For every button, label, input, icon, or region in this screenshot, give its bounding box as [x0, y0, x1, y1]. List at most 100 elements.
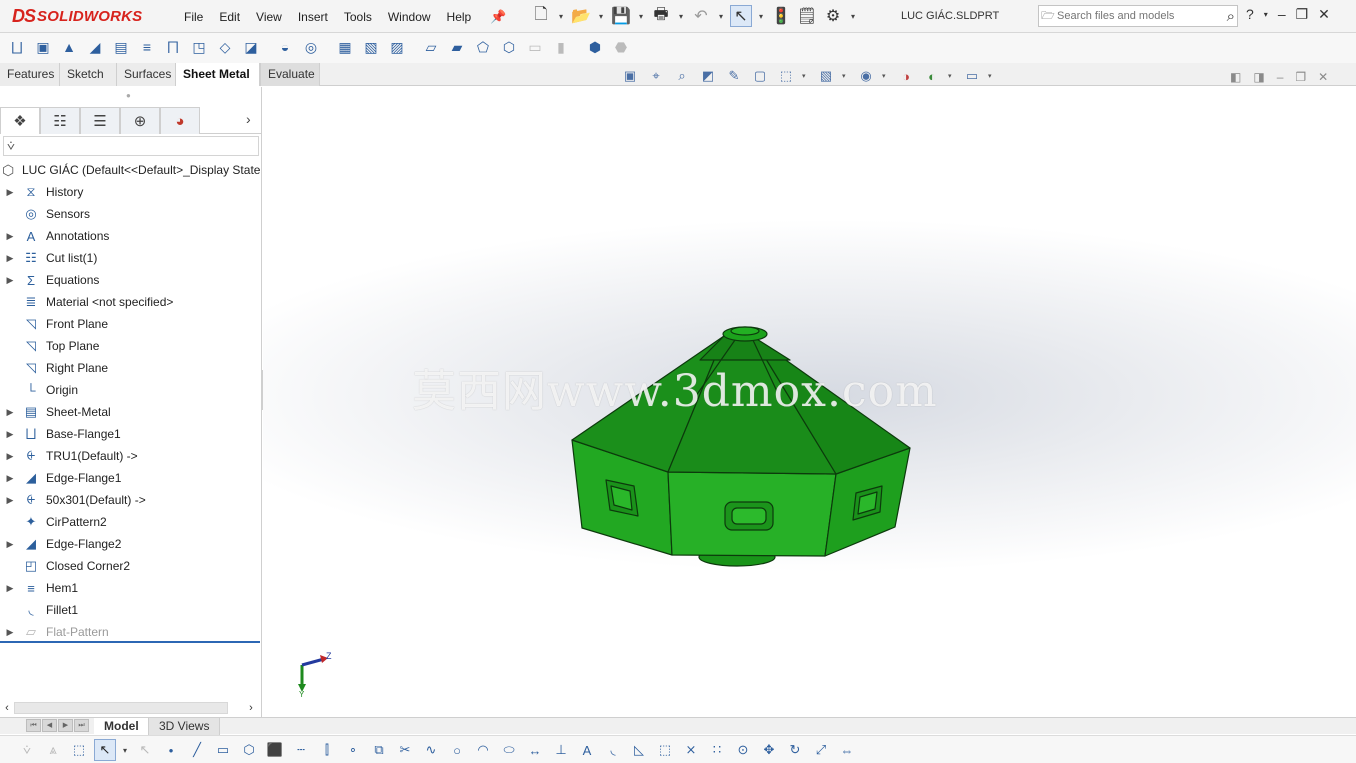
select-pointer-icon[interactable]: ↖ [730, 5, 752, 27]
base-flange-icon[interactable]: ⨆ [6, 36, 28, 58]
menu-window[interactable]: Window [380, 10, 439, 24]
corners-icon[interactable]: ◪ [240, 36, 262, 58]
welds-icon[interactable]: ⬣ [610, 36, 632, 58]
fillet-sketch-icon[interactable]: ◟ [602, 739, 624, 761]
first-tab-icon[interactable]: ⏮ [26, 719, 41, 732]
offset-icon[interactable]: ⧉ [368, 739, 390, 761]
selection-filter-icon[interactable]: ↖ [134, 739, 156, 761]
open-dropdown-icon[interactable]: ▾ [596, 12, 606, 21]
close-window-icon[interactable]: ✕ [1318, 6, 1330, 23]
spline-icon[interactable]: ∿ [420, 739, 442, 761]
circle-icon[interactable]: ○ [446, 739, 468, 761]
help-dropdown-icon[interactable]: ▾ [1264, 10, 1268, 23]
minimize-window-icon[interactable]: – [1278, 6, 1286, 23]
dynamic-annotation-icon[interactable]: ✎ [724, 66, 744, 86]
rebuild-traffic-light-icon[interactable]: 🚦 [770, 5, 792, 27]
rollback-bar[interactable] [0, 641, 260, 643]
expand-arrow-icon[interactable]: ▶ [0, 495, 20, 506]
tab-sketch[interactable]: Sketch [60, 63, 117, 86]
appearance-dropdown-icon[interactable]: ▾ [882, 72, 890, 80]
viewport-minimize-icon[interactable]: – [1277, 70, 1284, 84]
file-properties-icon[interactable]: 🗒 [796, 5, 818, 27]
tab-surfaces[interactable]: Surfaces [117, 63, 176, 86]
tree-node-equations[interactable]: ▶ Σ Equations [0, 269, 262, 291]
filter-edges-icon[interactable]: ⩓ [42, 739, 64, 761]
new-document-icon[interactable]: 🗋 [530, 5, 552, 27]
save-dropdown-icon[interactable]: ▾ [636, 12, 646, 21]
viewport-collapse-icon[interactable]: ◧ [1230, 70, 1241, 84]
menu-edit[interactable]: Edit [211, 10, 248, 24]
tree-node-hem1[interactable]: ▶ ≡ Hem1 [0, 577, 262, 599]
tab-evaluate[interactable]: Evaluate [260, 63, 320, 86]
tree-root-part[interactable]: ⬡ LUC GIÁC (Default<<Default>_Display St… [2, 159, 260, 181]
expand-arrow-icon[interactable]: ▶ [0, 473, 20, 484]
previous-view-icon[interactable]: ⌕ [672, 66, 692, 86]
tree-node-base-flange1[interactable]: ▶ ⨆ Base-Flange1 [0, 423, 262, 445]
display-monitor-icon[interactable]: ▭ [962, 66, 982, 86]
expand-arrow-icon[interactable]: ▶ [0, 451, 20, 462]
no-bends-icon[interactable]: ▰ [446, 36, 468, 58]
save-icon[interactable]: 💾 [610, 5, 632, 27]
print-dropdown-icon[interactable]: ▾ [676, 12, 686, 21]
insert-bends-icon[interactable]: ⬡ [498, 36, 520, 58]
mirror-icon[interactable]: ⫿ [316, 739, 338, 761]
tree-node-closed-corner2[interactable]: ◰ Closed Corner2 [0, 555, 262, 577]
undo-icon[interactable]: ↶ [690, 5, 712, 27]
menu-tools[interactable]: Tools [336, 10, 380, 24]
hide-show-dropdown-icon[interactable]: ▾ [842, 72, 850, 80]
tree-node-front-plane[interactable]: ◹ Front Plane [0, 313, 262, 335]
last-tab-icon[interactable]: ⏭ [74, 719, 89, 732]
gusset-icon[interactable]: ▮ [550, 36, 572, 58]
tree-node-origin[interactable]: └ Origin [0, 379, 262, 401]
hem-icon[interactable]: ≡ [136, 36, 158, 58]
panel-grip-icon[interactable]: ● [126, 91, 131, 100]
chamfer-icon[interactable]: ◺ [628, 739, 650, 761]
slot-icon[interactable]: ⬭ [498, 739, 520, 761]
circular-pattern-icon[interactable]: ⊙ [732, 739, 754, 761]
move-entities-icon[interactable]: ✥ [758, 739, 780, 761]
hide-show-items-icon[interactable]: ▧ [816, 66, 836, 86]
scale-entities-icon[interactable]: ⤢ [810, 739, 832, 761]
undo-dropdown-icon[interactable]: ▾ [716, 12, 726, 21]
tree-node-sheet-metal[interactable]: ▶ ▤ Sheet-Metal [0, 401, 262, 423]
rectangle-icon[interactable]: ▭ [212, 739, 234, 761]
fold-icon[interactable]: ▨ [386, 36, 408, 58]
box-icon[interactable]: ⬛ [264, 739, 286, 761]
horizontal-scrollbar[interactable]: ‹ › [0, 699, 262, 716]
tab-model[interactable]: Model [94, 718, 149, 735]
tree-node-50x301-default[interactable]: ▶ ⨭ 50x301(Default) -> [0, 489, 262, 511]
tree-node-tru1-default[interactable]: ▶ ⨭ TRU1(Default) -> [0, 445, 262, 467]
tree-node-edge-flange2[interactable]: ▶ ◢ Edge-Flange2 [0, 533, 262, 555]
scene-dropdown-icon[interactable]: ▾ [948, 72, 956, 80]
tree-node-material-not-specified[interactable]: ≣ Material <not specified> [0, 291, 262, 313]
tree-node-top-plane[interactable]: ◹ Top Plane [0, 335, 262, 357]
tree-node-annotations[interactable]: ▶ A Annotations [0, 225, 262, 247]
menu-insert[interactable]: Insert [290, 10, 336, 24]
display-manager-icon[interactable]: ◕ [160, 107, 200, 134]
sketched-bend-icon[interactable]: ◳ [188, 36, 210, 58]
expand-arrow-icon[interactable]: ▶ [0, 583, 20, 594]
jog-icon[interactable]: ⨅ [162, 36, 184, 58]
convert-entities-icon[interactable]: ⬚ [654, 739, 676, 761]
smart-dimension-icon[interactable]: ↔ [524, 739, 546, 761]
display-style-icon[interactable]: ⬚ [776, 66, 796, 86]
polygon-icon[interactable]: ⬡ [238, 739, 260, 761]
trim-icon[interactable]: ✂ [394, 739, 416, 761]
select-dropdown-icon[interactable]: ▾ [756, 12, 766, 21]
solidworks-logo[interactable]: DS SOLIDWORKS [12, 4, 142, 28]
construction-point-icon[interactable]: ∘ [342, 739, 364, 761]
intersection-curve-icon[interactable]: ⨯ [680, 739, 702, 761]
filter-faces-icon[interactable]: ⬚ [68, 739, 90, 761]
menu-file[interactable]: File [176, 10, 211, 24]
tree-node-fillet1[interactable]: ◟ Fillet1 [0, 599, 262, 621]
zoom-to-fit-icon[interactable]: ▣ [620, 66, 640, 86]
arc-icon[interactable]: ◠ [472, 739, 494, 761]
search-icon[interactable]: ⌕ [1227, 8, 1237, 25]
relations-icon[interactable]: ⊥ [550, 739, 572, 761]
print-icon[interactable]: 🖶 [650, 5, 672, 27]
expand-arrow-icon[interactable]: ▶ [0, 627, 20, 638]
help-question-icon[interactable]: ? [1246, 6, 1254, 23]
simple-hole-icon[interactable]: ◎ [300, 36, 322, 58]
prev-tab-icon[interactable]: ◀ [42, 719, 57, 732]
expand-arrow-icon[interactable]: ▶ [0, 275, 20, 286]
